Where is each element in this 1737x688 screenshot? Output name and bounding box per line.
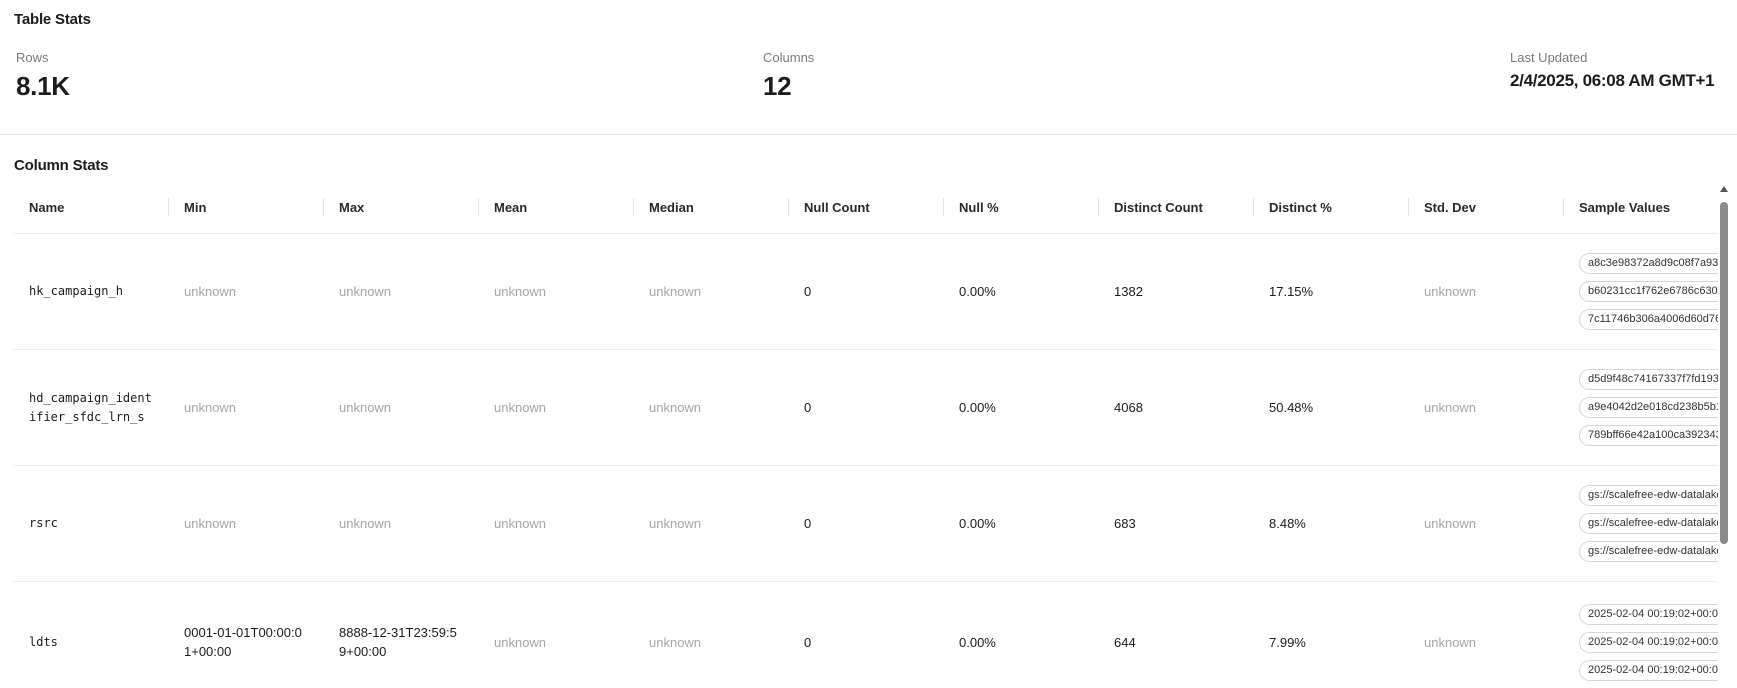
cell-null-count: 0 <box>804 400 812 415</box>
cell-min: 0001-01-01T00:00:01+00:00 <box>184 625 302 659</box>
cell-std-dev: unknown <box>1424 516 1477 531</box>
sample-value-pill: 2025-02-04 00:19:02+00:0 <box>1579 603 1718 625</box>
table-row: hk_campaign_h unknown unknown unknown un… <box>13 234 1718 350</box>
sample-value-pill: gs://scalefree-edw-datalake <box>1579 541 1718 562</box>
table-header-row: Name Min Max Mean Median Null Count Null… <box>13 190 1718 234</box>
cell-std-dev: unknown <box>1424 400 1477 415</box>
scrollbar-thumb[interactable] <box>1720 202 1728 544</box>
cell-null-count: 0 <box>804 516 812 531</box>
last-updated-label: Last Updated <box>1510 50 1588 65</box>
columns-stat: Columns 12 <box>763 50 814 102</box>
cell-null-pct: 0.00% <box>959 400 996 415</box>
cell-median: unknown <box>649 516 702 531</box>
column-stats-table[interactable]: Name Min Max Mean Median Null Count Null… <box>13 190 1718 688</box>
table-row: hd_campaign_identifier_sfdc_lrn_s unknow… <box>13 350 1718 466</box>
scroll-up-arrow-icon[interactable] <box>1720 186 1728 192</box>
cell-median: unknown <box>649 634 702 650</box>
cell-null-pct: 0.00% <box>959 284 996 299</box>
cell-min: unknown <box>184 400 237 415</box>
sample-value-pill: a8c3e98372a8d9c08f7a93 <box>1579 253 1718 274</box>
column-header-distinct-pct[interactable]: Distinct % <box>1253 190 1408 234</box>
sample-value-pill: gs://scalefree-edw-datalake <box>1579 485 1718 506</box>
cell-distinct-count: 1382 <box>1114 284 1143 299</box>
cell-sample-values: a8c3e98372a8d9c08f7a93 b60231cc1f762e678… <box>1563 234 1718 349</box>
last-updated-value: 2/4/2025, 06:08 AM GMT+1 <box>1510 71 1715 90</box>
cell-mean: unknown <box>494 284 547 299</box>
cell-mean: unknown <box>494 516 547 531</box>
columns-value: 12 <box>763 71 792 101</box>
cell-null-pct: 0.00% <box>959 634 996 650</box>
sample-value-pill: a9e4042d2e018cd238b5b1 <box>1579 397 1718 418</box>
column-header-null-count[interactable]: Null Count <box>788 190 943 234</box>
cell-max: unknown <box>339 400 392 415</box>
cell-distinct-count: 683 <box>1114 516 1136 531</box>
sample-value-pill: 789bff66e42a100ca392343 <box>1579 425 1718 446</box>
cell-std-dev: unknown <box>1424 634 1477 650</box>
cell-max: 8888-12-31T23:59:59+00:00 <box>339 625 457 659</box>
cell-distinct-pct: 50.48% <box>1269 400 1314 415</box>
last-updated-stat: Last Updated 2/4/2025, 06:08 AM GMT+1 <box>1510 50 1715 91</box>
column-header-mean[interactable]: Mean <box>478 190 633 234</box>
table-row: ldts 0001-01-01T00:00:01+00:00 8888-12-3… <box>13 582 1718 688</box>
cell-sample-values: gs://scalefree-edw-datalake gs://scalefr… <box>1563 466 1718 581</box>
column-header-min[interactable]: Min <box>168 190 323 234</box>
cell-max: unknown <box>339 516 392 531</box>
sample-value-pill: 2025-02-04 00:19:02+00:0 <box>1579 659 1718 681</box>
columns-label: Columns <box>763 50 815 65</box>
column-header-std-dev[interactable]: Std. Dev <box>1408 190 1563 234</box>
sample-value-pill: d5d9f48c74167337f7fd193 <box>1579 369 1718 390</box>
table-stats-title: Table Stats <box>14 11 91 28</box>
cell-null-count: 0 <box>804 634 812 650</box>
column-header-median[interactable]: Median <box>633 190 788 234</box>
cell-sample-values: 2025-02-04 00:19:02+00:0 2025-02-04 00:1… <box>1563 582 1718 688</box>
sample-value-pill: gs://scalefree-edw-datalake <box>1579 513 1718 534</box>
cell-name: ldts <box>29 634 58 649</box>
column-header-max[interactable]: Max <box>323 190 478 234</box>
cell-distinct-pct: 8.48% <box>1269 516 1306 531</box>
cell-min: unknown <box>184 284 237 299</box>
table-row: rsrc unknown unknown unknown unknown 0 0… <box>13 466 1718 582</box>
vertical-scrollbar[interactable] <box>1719 186 1729 688</box>
rows-value: 8.1K <box>16 71 70 101</box>
sample-value-pill: b60231cc1f762e6786c630 <box>1579 281 1718 302</box>
column-stats-title: Column Stats <box>14 157 109 174</box>
cell-distinct-pct: 17.15% <box>1269 284 1314 299</box>
cell-name: rsrc <box>29 516 58 530</box>
cell-null-count: 0 <box>804 284 812 299</box>
rows-label: Rows <box>16 50 49 65</box>
cell-mean: unknown <box>494 400 547 415</box>
cell-median: unknown <box>649 400 702 415</box>
column-header-null-pct[interactable]: Null % <box>943 190 1098 234</box>
cell-name: hd_campaign_identifier_sfdc_lrn_s <box>29 390 152 424</box>
cell-null-pct: 0.00% <box>959 516 996 531</box>
cell-name: hk_campaign_h <box>29 284 123 298</box>
cell-sample-values: d5d9f48c74167337f7fd193 a9e4042d2e018cd2… <box>1563 350 1718 465</box>
cell-distinct-pct: 7.99% <box>1269 634 1306 650</box>
column-header-sample-values[interactable]: Sample Values <box>1563 190 1718 234</box>
cell-max: unknown <box>339 284 392 299</box>
cell-distinct-count: 644 <box>1114 634 1136 650</box>
column-header-distinct-count[interactable]: Distinct Count <box>1098 190 1253 234</box>
sample-value-pill: 7c11746b306a4006d60d76 <box>1579 309 1718 330</box>
cell-min: unknown <box>184 516 237 531</box>
cell-mean: unknown <box>494 634 547 650</box>
cell-distinct-count: 4068 <box>1114 400 1143 415</box>
table-stats-panel: Table Stats Rows 8.1K Columns 12 Last Up… <box>0 0 1737 135</box>
column-header-name[interactable]: Name <box>13 190 168 234</box>
cell-median: unknown <box>649 284 702 299</box>
rows-stat: Rows 8.1K <box>16 50 70 102</box>
sample-value-pill: 2025-02-04 00:19:02+00:0 <box>1579 631 1718 653</box>
cell-std-dev: unknown <box>1424 284 1477 299</box>
